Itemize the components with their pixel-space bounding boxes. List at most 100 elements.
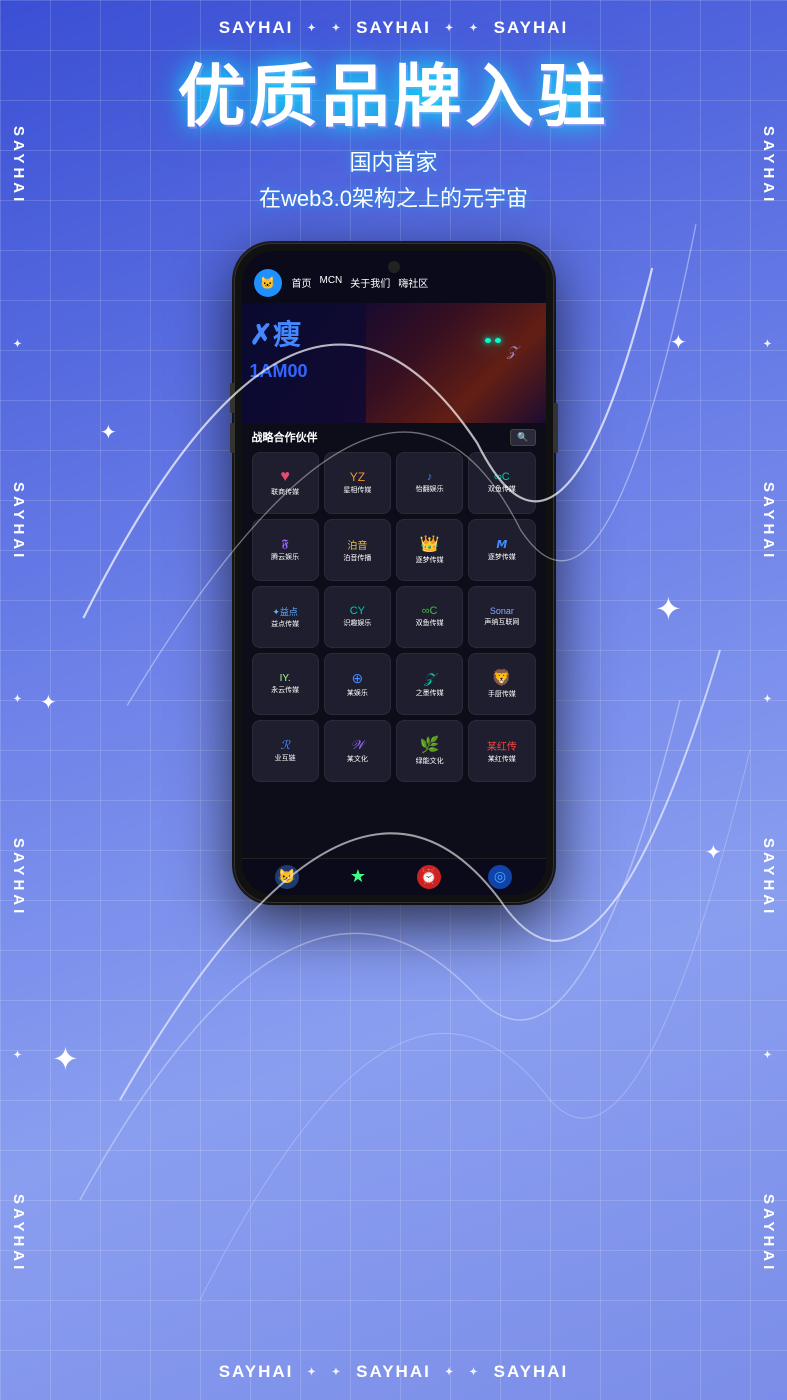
volume-button-2 bbox=[230, 423, 234, 453]
partner-card-9[interactable]: ✦益点 益点传媒 bbox=[252, 586, 319, 648]
bottom-nav-clock[interactable]: ⏰ bbox=[417, 865, 441, 889]
partners-section: 战略合作伙伴 🔍 ♥ 联商传媒 YZ bbox=[242, 423, 546, 858]
title-section: 优质品牌入驻 国内首家 在web3.0架构之上的元宇宙 bbox=[177, 60, 609, 213]
partner-icon-2: YZ bbox=[350, 470, 365, 484]
sayhai-left-2: SAYHAI bbox=[10, 482, 27, 561]
partner-card-1[interactable]: ♥ 联商传媒 bbox=[252, 452, 319, 514]
partner-card-20[interactable]: 某红传 某红传媒 bbox=[468, 720, 535, 782]
partner-name-17: 业互链 bbox=[275, 754, 296, 763]
star-deco-1: ✦ bbox=[307, 23, 317, 34]
partner-name-11: 双鱼传媒 bbox=[416, 619, 444, 628]
glow-eye-2 bbox=[495, 338, 501, 343]
bottom-nav-home-icon: 😺 bbox=[275, 865, 299, 889]
star-left-2: ✦ bbox=[13, 694, 23, 705]
sayhai-bottom-1: SAYHAI bbox=[219, 1362, 294, 1382]
partner-card-12[interactable]: Sonar 声纳互联网 bbox=[468, 586, 535, 648]
partner-name-13: 永云传媒 bbox=[271, 686, 299, 695]
partners-grid: ♥ 联商传媒 YZ 星相传媒 ♪ 怡翻娱乐 bbox=[252, 452, 536, 782]
hero-bg-gradient bbox=[366, 303, 546, 423]
sayhai-left-3: SAYHAI bbox=[10, 838, 27, 917]
partner-card-5[interactable]: 𝕱 腾云娱乐 bbox=[252, 519, 319, 581]
bottom-nav-home[interactable]: 😺 bbox=[275, 865, 299, 889]
partners-title: 战略合作伙伴 bbox=[252, 429, 318, 445]
nav-mcn[interactable]: MCN bbox=[320, 275, 343, 290]
sayhai-bottom-3: SAYHAI bbox=[494, 1362, 569, 1382]
partner-name-3: 怡翻娱乐 bbox=[416, 485, 444, 494]
partner-icon-15: 𝒵 bbox=[424, 670, 435, 687]
bottom-nav-star-icon: ★ bbox=[346, 865, 370, 889]
star-bottom-3: ✦ bbox=[445, 1367, 455, 1378]
star-deco-3: ✦ bbox=[445, 23, 455, 34]
nav-home[interactable]: 首页 bbox=[292, 275, 312, 290]
partner-name-16: 手厨传媒 bbox=[488, 690, 516, 699]
partner-card-18[interactable]: 𝒲 某文化 bbox=[324, 720, 391, 782]
partner-icon-18: 𝒲 bbox=[351, 737, 365, 753]
partner-card-8[interactable]: 𝙈 逐梦传媒 bbox=[468, 519, 535, 581]
partner-icon-16: 🦁 bbox=[492, 668, 512, 688]
app-logo: 🐱 bbox=[254, 269, 282, 297]
partner-card-3[interactable]: ♪ 怡翻娱乐 bbox=[396, 452, 463, 514]
partner-card-2[interactable]: YZ 星相传媒 bbox=[324, 452, 391, 514]
power-button bbox=[554, 403, 558, 453]
partner-icon-9: ✦益点 bbox=[272, 605, 298, 618]
sayhai-label-3: SAYHAI bbox=[494, 18, 569, 38]
partner-name-9: 益点传媒 bbox=[271, 620, 299, 629]
partner-name-7: 逐梦传媒 bbox=[416, 556, 444, 565]
sparkle-3: ✦ bbox=[100, 420, 117, 445]
partner-icon-4: ∞C bbox=[494, 471, 510, 483]
sayhai-bottom-2: SAYHAI bbox=[356, 1362, 431, 1382]
partner-icon-8: 𝙈 bbox=[496, 538, 507, 551]
bottom-nav-circle[interactable]: ◎ bbox=[488, 865, 512, 889]
phone-mockup: 🐱 首页 MCN 关于我们 嗨社区 ✗瘦1AM00 bbox=[234, 243, 554, 903]
sayhai-right-4: SAYHAI bbox=[760, 1194, 777, 1273]
partners-search-box[interactable]: 🔍 bbox=[510, 429, 535, 446]
partner-icon-14: ⊕ bbox=[352, 670, 364, 687]
partner-card-10[interactable]: CY 识趣娱乐 bbox=[324, 586, 391, 648]
partner-card-4[interactable]: ∞C 双鱼传媒 bbox=[468, 452, 535, 514]
volume-button-1 bbox=[230, 383, 234, 413]
partner-card-13[interactable]: IY. 永云传媒 bbox=[252, 653, 319, 715]
main-title: 优质品牌入驻 bbox=[177, 60, 609, 135]
partner-icon-5: 𝕱 bbox=[282, 538, 289, 551]
partner-card-6[interactable]: 泊音 泊音传播 bbox=[324, 519, 391, 581]
hero-cn-text: ✗瘦1AM00 bbox=[250, 318, 308, 385]
partners-header: 战略合作伙伴 🔍 bbox=[252, 429, 536, 446]
camera-notch bbox=[388, 261, 400, 273]
partner-card-14[interactable]: ⊕ 某娱乐 bbox=[324, 653, 391, 715]
hero-z-char: 𝒵 bbox=[507, 343, 518, 360]
bottom-nav-star[interactable]: ★ bbox=[346, 865, 370, 889]
sub-title-1: 国内首家 bbox=[177, 145, 609, 177]
star-bottom-1: ✦ bbox=[307, 1367, 317, 1378]
sparkle-2: ✦ bbox=[52, 1040, 79, 1078]
partner-card-7[interactable]: 👑 逐梦传媒 bbox=[396, 519, 463, 581]
sayhai-right-2: SAYHAI bbox=[760, 482, 777, 561]
partner-icon-13: IY. bbox=[280, 673, 291, 684]
sayhai-bottom-bar: SAYHAI ✦ ✦ SAYHAI ✦ ✦ SAYHAI bbox=[0, 1362, 787, 1382]
star-deco-2: ✦ bbox=[332, 23, 342, 34]
nav-community[interactable]: 嗨社区 bbox=[398, 275, 428, 290]
partner-name-2: 星相传媒 bbox=[343, 486, 371, 495]
partner-card-17[interactable]: ℛ 业互链 bbox=[252, 720, 319, 782]
partner-name-10: 识趣娱乐 bbox=[343, 619, 371, 628]
partner-card-16[interactable]: 🦁 手厨传媒 bbox=[468, 653, 535, 715]
partner-card-19[interactable]: 🌿 绿能文化 bbox=[396, 720, 463, 782]
sayhai-top-bar: SAYHAI ✦ ✦ SAYHAI ✦ ✦ SAYHAI bbox=[0, 18, 787, 38]
star-bottom-4: ✦ bbox=[469, 1367, 479, 1378]
nav-about[interactable]: 关于我们 bbox=[350, 275, 390, 290]
sparkle-1: ✦ bbox=[655, 590, 682, 628]
partner-icon-17: ℛ bbox=[280, 738, 290, 752]
partner-name-5: 腾云娱乐 bbox=[271, 553, 299, 562]
glow-eye-1 bbox=[485, 338, 491, 343]
sayhai-right-3: SAYHAI bbox=[760, 838, 777, 917]
partner-name-8: 逐梦传媒 bbox=[488, 553, 516, 562]
sparkle-5: ✦ bbox=[40, 690, 57, 715]
sayhai-label-2: SAYHAI bbox=[356, 18, 431, 38]
star-right-1: ✦ bbox=[763, 339, 773, 350]
sayhai-left-4: SAYHAI bbox=[10, 1194, 27, 1273]
sparkle-4: ✦ bbox=[670, 330, 687, 355]
partner-icon-19: 🌿 bbox=[420, 735, 440, 755]
partner-card-15[interactable]: 𝒵 之墨传媒 bbox=[396, 653, 463, 715]
partner-card-11[interactable]: ∞C 双鱼传媒 bbox=[396, 586, 463, 648]
partner-icon-6: 泊音 bbox=[347, 537, 367, 552]
sayhai-label-1: SAYHAI bbox=[219, 18, 294, 38]
